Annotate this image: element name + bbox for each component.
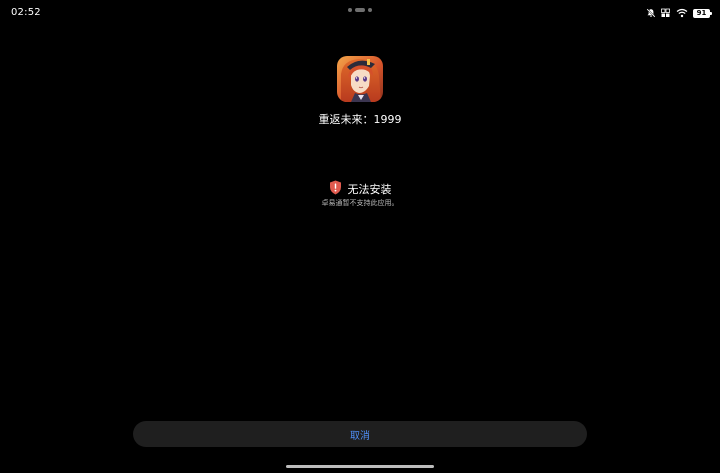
cancel-button[interactable]: 取消 xyxy=(133,421,587,447)
app-name: 重返未来：1999 xyxy=(318,113,402,126)
warning-title: 无法安装 xyxy=(347,182,392,196)
battery-level: 91 xyxy=(696,8,707,17)
battery-icon: 91 xyxy=(693,8,712,18)
warning-message: 卓易通暂不支持此应用。 xyxy=(321,199,399,207)
shield-alert-icon xyxy=(329,180,342,199)
cancel-button-label: 取消 xyxy=(350,430,370,442)
multitask-handle[interactable] xyxy=(348,8,374,12)
handle-dot-right xyxy=(368,8,372,12)
home-indicator[interactable] xyxy=(286,465,434,468)
handle-dot-left xyxy=(348,8,352,12)
wifi-icon xyxy=(676,8,688,18)
warning-header: 无法安装 xyxy=(0,180,720,199)
status-icons: 91 xyxy=(646,6,712,20)
handle-pill xyxy=(355,8,365,12)
status-time: 02:52 xyxy=(11,7,41,18)
app-icon xyxy=(337,56,383,102)
mute-icon xyxy=(646,8,656,18)
signal-icon xyxy=(661,8,671,18)
